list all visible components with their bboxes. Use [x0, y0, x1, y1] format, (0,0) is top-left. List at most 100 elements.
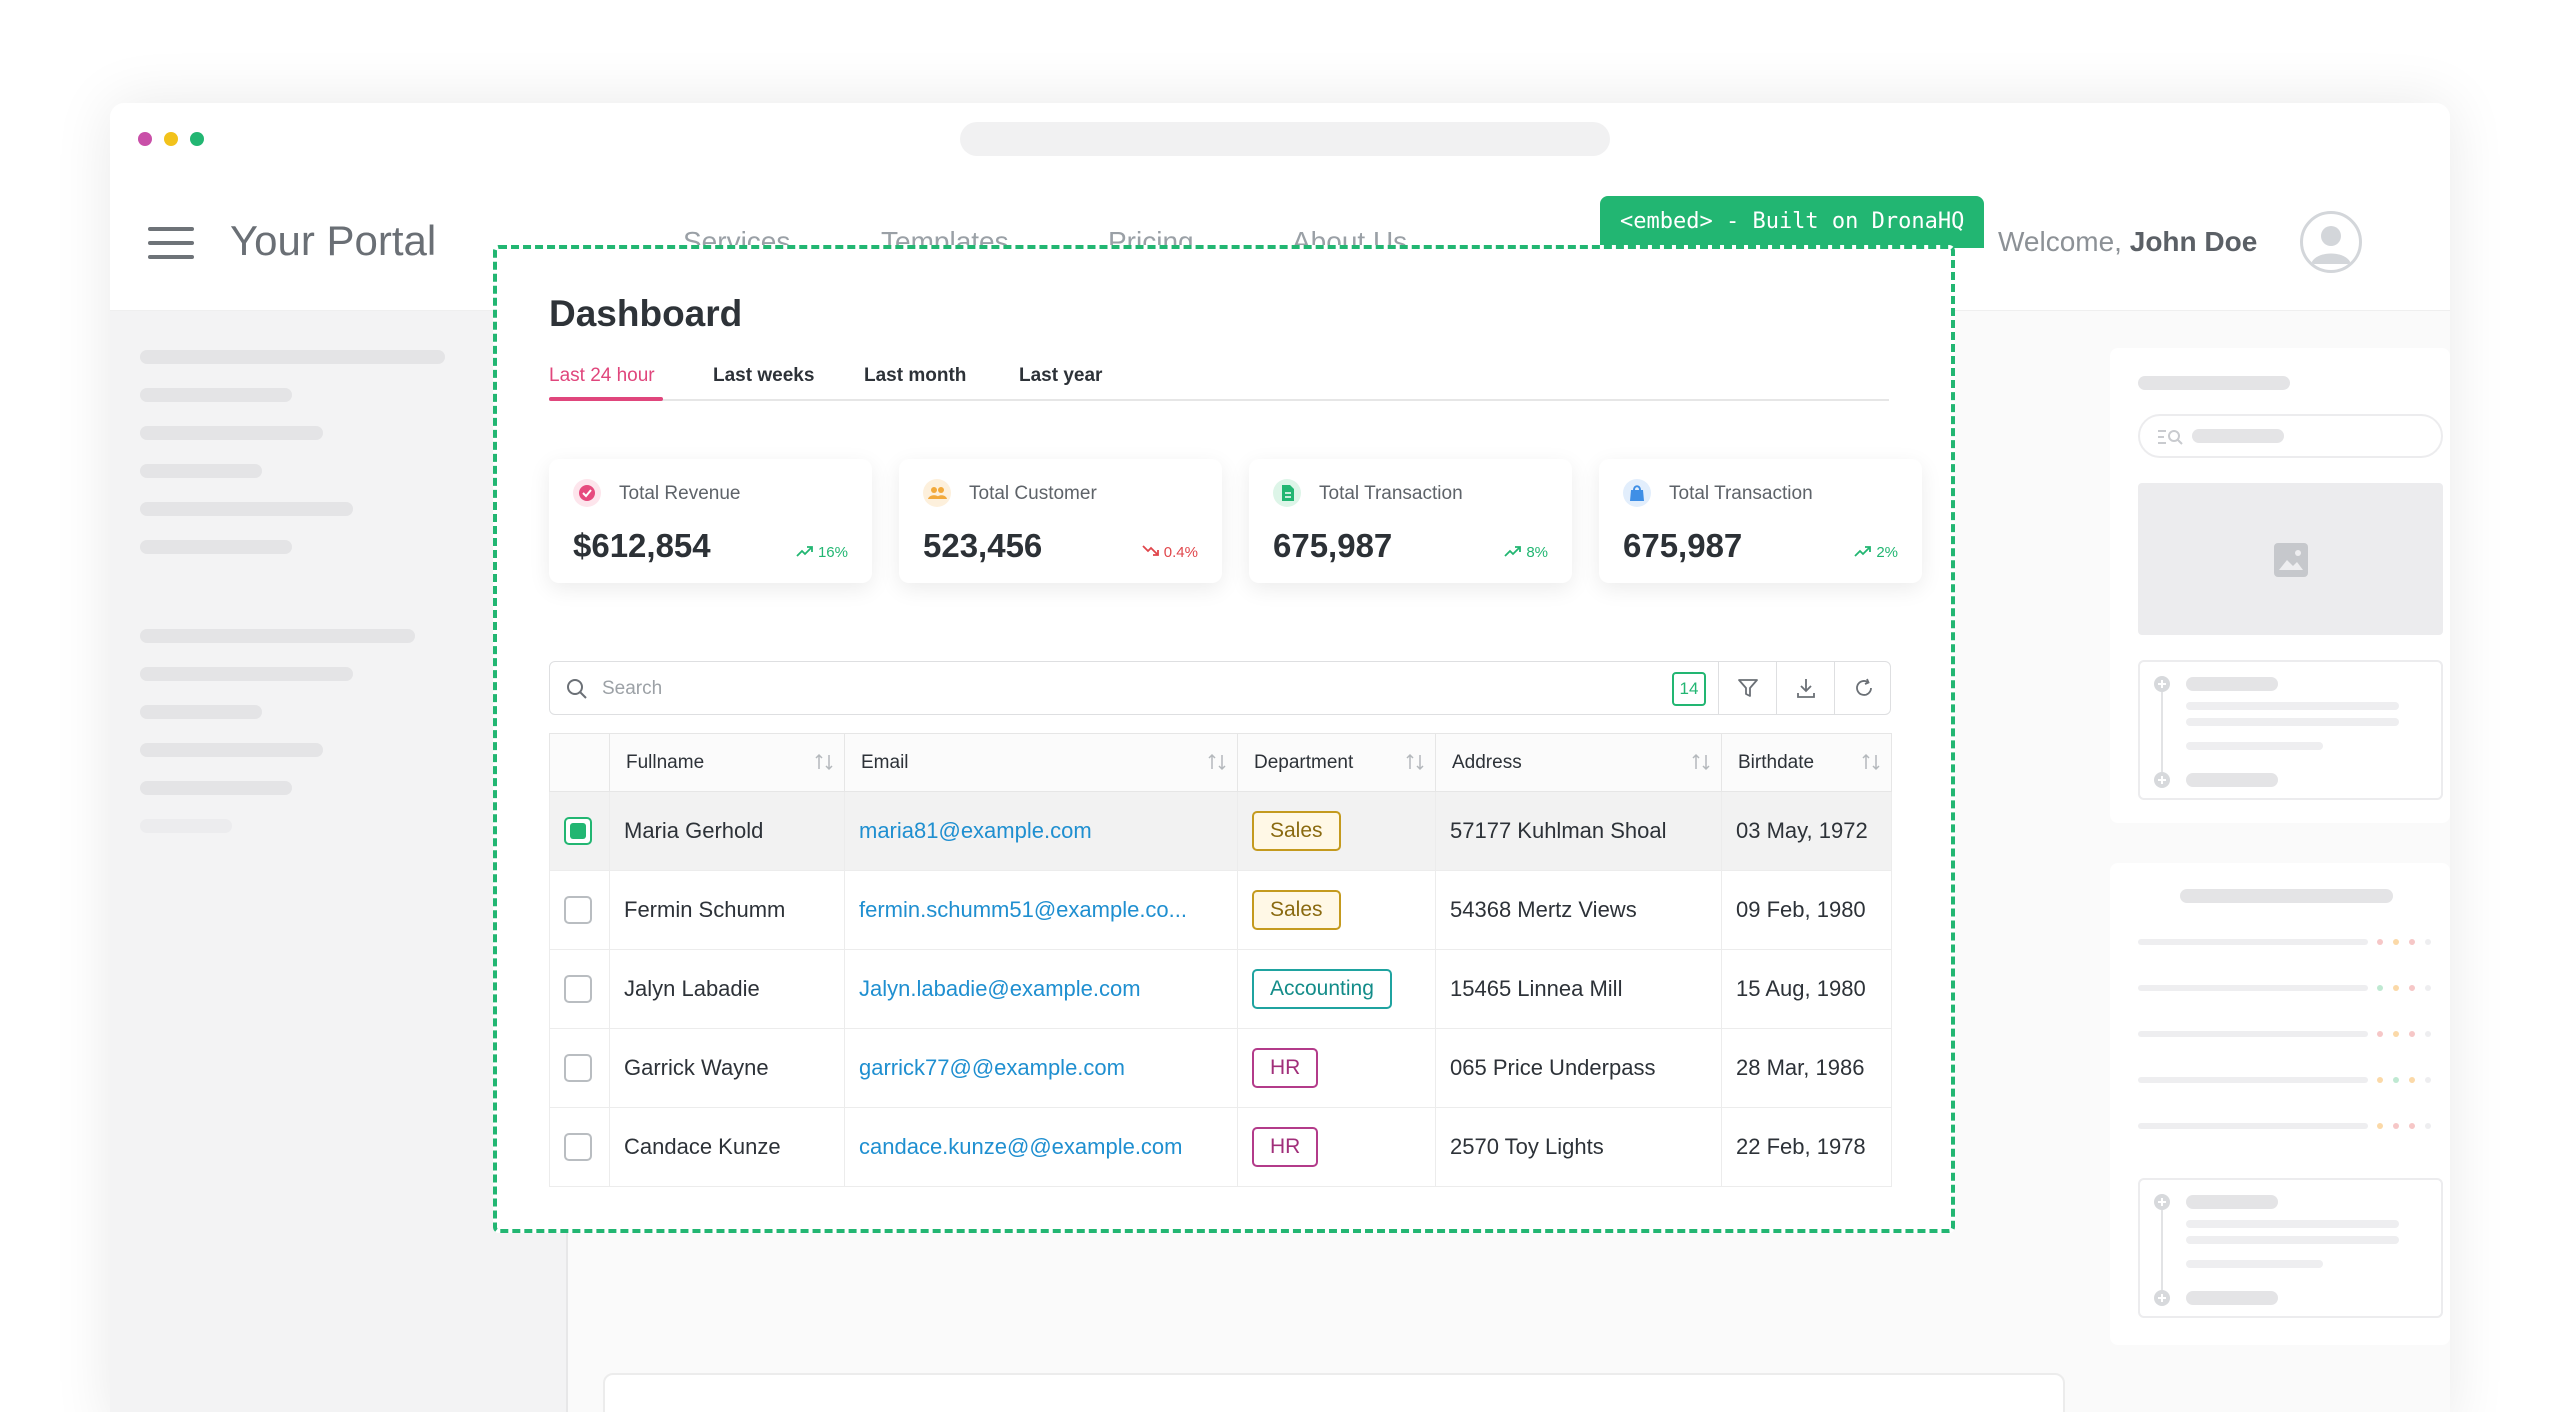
column-header-label: Address: [1452, 751, 1522, 773]
department-badge: Accounting: [1252, 969, 1392, 1009]
embed-badge: <embed> - Built on DronaHQ: [1600, 196, 1985, 248]
skeleton-line: [2138, 985, 2368, 991]
window-close-dot[interactable]: [138, 132, 152, 146]
column-header-email[interactable]: Email: [844, 733, 1238, 792]
tab-last-year[interactable]: Last year: [1019, 365, 1102, 387]
cell-fullname: Jalyn Labadie: [609, 949, 845, 1029]
sort-icon[interactable]: [1691, 753, 1711, 771]
column-header-birthdate[interactable]: Birthdate: [1721, 733, 1892, 792]
skeleton-line: [2186, 1195, 2278, 1209]
cell-email-link[interactable]: maria81@example.com: [859, 818, 1092, 843]
row-checkbox[interactable]: [564, 1054, 592, 1083]
skeleton-line: [2186, 1291, 2278, 1305]
column-header-department[interactable]: Department: [1237, 733, 1436, 792]
select-column-header: [549, 733, 610, 792]
refresh-button[interactable]: [1834, 662, 1892, 714]
document-icon: [1273, 479, 1301, 507]
skeleton-line: [2186, 1260, 2323, 1268]
user-name: John Doe: [2129, 226, 2258, 257]
cell-email-link[interactable]: fermin.schumm51@example.co...: [859, 897, 1187, 922]
window-minimize-dot[interactable]: [164, 132, 178, 146]
stat-card-revenue: Total Revenue $612,854 16%: [549, 459, 872, 583]
filter-icon: [1737, 679, 1758, 697]
cell-address: 15465 Linnea Mill: [1435, 949, 1722, 1029]
search-input[interactable]: [602, 674, 1602, 704]
column-header-fullname[interactable]: Fullname: [609, 733, 845, 792]
skeleton-line: [140, 540, 292, 554]
employees-table: Fullname Email Department Address Birthd…: [549, 733, 1892, 1187]
cell-fullname: Fermin Schumm: [609, 870, 845, 950]
department-badge: HR: [1252, 1127, 1319, 1167]
trend-up-icon: [796, 546, 813, 557]
skeleton-line: [2186, 702, 2399, 710]
table-row[interactable]: Candace Kunze candace.kunze@@example.com…: [549, 1107, 1892, 1187]
welcome-prefix: Welcome,: [1998, 226, 2122, 257]
table-row[interactable]: Jalyn Labadie Jalyn.labadie@example.com …: [549, 949, 1892, 1029]
cell-address: 2570 Toy Lights: [1435, 1107, 1722, 1187]
search-icon: [567, 679, 587, 699]
tab-last-weeks[interactable]: Last weeks: [713, 365, 814, 387]
skeleton-line: [2186, 742, 2323, 750]
trend-up-icon: [1854, 546, 1872, 557]
user-avatar[interactable]: [2300, 211, 2362, 273]
row-checkbox[interactable]: [564, 896, 592, 925]
cell-email-link[interactable]: garrick77@@example.com: [859, 1055, 1125, 1080]
window-maximize-dot[interactable]: [190, 132, 204, 146]
address-bar[interactable]: [960, 122, 1610, 156]
column-header-label: Fullname: [626, 751, 705, 773]
skeleton-search: [2138, 414, 2443, 458]
skeleton-line: [2186, 773, 2278, 787]
stat-label: Total Customer: [969, 483, 1097, 504]
stat-trend: 16%: [796, 544, 848, 561]
refresh-icon: [1855, 678, 1872, 696]
row-checkbox[interactable]: [564, 975, 592, 1004]
sort-icon[interactable]: [1861, 753, 1881, 771]
download-button[interactable]: [1776, 662, 1834, 714]
sort-icon[interactable]: [814, 753, 834, 771]
row-checkbox[interactable]: [564, 1133, 592, 1162]
tab-last-month[interactable]: Last month: [864, 365, 966, 387]
stat-card-transaction: Total Transaction 675,987 8%: [1249, 459, 1572, 583]
search-list-icon: [2158, 430, 2183, 445]
table-row[interactable]: Fermin Schumm fermin.schumm51@example.co…: [549, 870, 1892, 950]
timeline-icon: [2154, 1194, 2170, 1306]
stat-label: Total Transaction: [1319, 483, 1463, 504]
skeleton-line: [2186, 1236, 2399, 1244]
user-avatar-icon: [2311, 226, 2351, 264]
cell-address: 065 Price Underpass: [1435, 1028, 1722, 1108]
skeleton-line: [2138, 939, 2368, 945]
stat-trend: 0.4%: [1141, 544, 1198, 561]
table-row[interactable]: Garrick Wayne garrick77@@example.com HR …: [549, 1028, 1892, 1108]
cell-fullname: Garrick Wayne: [609, 1028, 845, 1108]
row-checkbox[interactable]: [564, 817, 592, 846]
hamburger-menu-icon[interactable]: [148, 227, 194, 261]
column-header-address[interactable]: Address: [1435, 733, 1722, 792]
stat-trend: 2%: [1854, 544, 1898, 561]
title-bar: [110, 103, 2450, 175]
column-header-label: Birthdate: [1738, 751, 1815, 773]
skeleton-line: [2186, 718, 2399, 726]
right-widget-card: [2110, 348, 2450, 823]
filter-button[interactable]: [1718, 662, 1776, 714]
record-count-badge: 14: [1672, 672, 1706, 706]
badge-icon: [573, 479, 601, 507]
stat-card-customer: Total Customer 523,456 0.4%: [899, 459, 1222, 583]
stat-trend-value: 8%: [1526, 544, 1548, 561]
sort-icon[interactable]: [1405, 753, 1425, 771]
cell-birthdate: 15 Aug, 1980: [1721, 949, 1892, 1029]
cell-email-link[interactable]: candace.kunze@@example.com: [859, 1134, 1183, 1159]
sort-icon[interactable]: [1207, 753, 1227, 771]
skeleton-line: [140, 426, 323, 440]
skeleton-line: [140, 350, 445, 364]
stat-value: 523,456: [923, 527, 1043, 564]
table-toolbar: 14: [549, 661, 1891, 715]
tab-last-24-hour[interactable]: Last 24 hour: [549, 365, 655, 387]
department-badge: HR: [1252, 1048, 1319, 1088]
trend-down-icon: [1141, 545, 1159, 556]
bag-icon: [1623, 479, 1651, 507]
table-row[interactable]: Maria Gerhold maria81@example.com Sales …: [549, 791, 1892, 871]
cell-email-link[interactable]: Jalyn.labadie@example.com: [859, 976, 1141, 1001]
skeleton-timeline-card: [2138, 1178, 2443, 1318]
welcome-message: Welcome, John Doe: [1998, 226, 2257, 258]
cell-address: 54368 Mertz Views: [1435, 870, 1722, 950]
